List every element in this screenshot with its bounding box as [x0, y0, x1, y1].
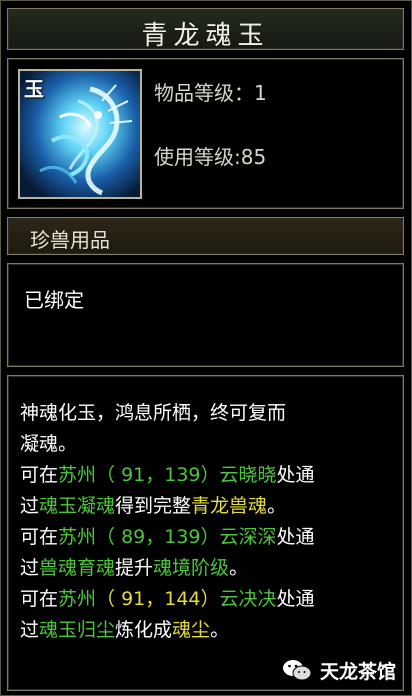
coords: （ 91，139）	[96, 464, 220, 486]
action-name: 魂玉凝魂	[39, 495, 116, 517]
npc-name: 云晓晓	[219, 464, 277, 486]
description-panel: 神魂化玉，鸿息所栖，终可复而 凝魂。 可在苏州（ 91，139）云晓晓处通 过魂…	[7, 375, 404, 691]
action-name: 魂玉归尘	[39, 619, 116, 641]
item-info-panel: 玉 物品等级：1 使用等级:85	[7, 58, 404, 209]
item-tooltip: 青龙魂玉 玉 物品等级：1 使用等级:85 珍兽用品 已绑定 神魂化玉，鸿息所栖…	[0, 0, 412, 696]
location-link: 苏州	[58, 526, 97, 548]
location-link: 苏州	[58, 464, 97, 486]
desc-line: 可在苏州（ 91，144）云决决处通	[20, 588, 315, 610]
coords: （ 89，139）	[96, 526, 220, 548]
item-description: 神魂化玉，鸿息所栖，终可复而 凝魂。 可在苏州（ 91，139）云晓晓处通 过魂…	[20, 398, 396, 646]
category-bar: 珍兽用品	[7, 217, 404, 255]
item-level-label: 物品等级	[154, 81, 234, 105]
desc-line: 可在苏州（ 89，139）云深深处通	[20, 526, 315, 548]
dragon-soul-jade-icon[interactable]: 玉	[18, 69, 142, 199]
npc-name: 云深深	[219, 526, 277, 548]
desc-line: 可在苏州（ 91，139）云晓晓处通	[20, 464, 315, 486]
item-level-value: 1	[254, 81, 267, 105]
bound-status: 已绑定	[24, 288, 84, 312]
item-level: 物品等级：1	[154, 81, 267, 105]
use-level: 使用等级:85	[154, 145, 267, 169]
result-name: 魂尘	[172, 619, 211, 641]
location-link: 苏州	[58, 588, 97, 610]
result-name: 青龙兽魂	[191, 495, 268, 517]
use-level-label: 使用等级	[154, 145, 234, 169]
title-bar: 青龙魂玉	[7, 8, 404, 51]
desc-line: 凝魂。	[20, 433, 78, 455]
desc-line: 过魂玉凝魂得到完整青龙兽魂。	[20, 495, 287, 517]
item-title: 青龙魂玉	[141, 21, 270, 51]
use-level-value: 85	[240, 145, 267, 169]
item-category: 珍兽用品	[30, 228, 110, 252]
icon-tag: 玉	[24, 77, 44, 101]
desc-line: 过魂玉归尘炼化成魂尘。	[20, 619, 230, 641]
watermark: 天龙茶馆	[282, 656, 396, 684]
action-name: 兽魂育魂	[39, 557, 116, 579]
coords: （ 91，144）	[96, 588, 220, 610]
desc-line: 过兽魂育魂提升魂境阶级。	[20, 557, 249, 579]
npc-name: 云决决	[219, 588, 277, 610]
watermark-text: 天龙茶馆	[320, 660, 397, 683]
desc-line: 神魂化玉，鸿息所栖，终可复而	[20, 402, 287, 424]
bind-panel: 已绑定	[7, 263, 404, 367]
result-name: 魂境阶级	[153, 557, 230, 579]
wechat-icon	[283, 660, 312, 681]
